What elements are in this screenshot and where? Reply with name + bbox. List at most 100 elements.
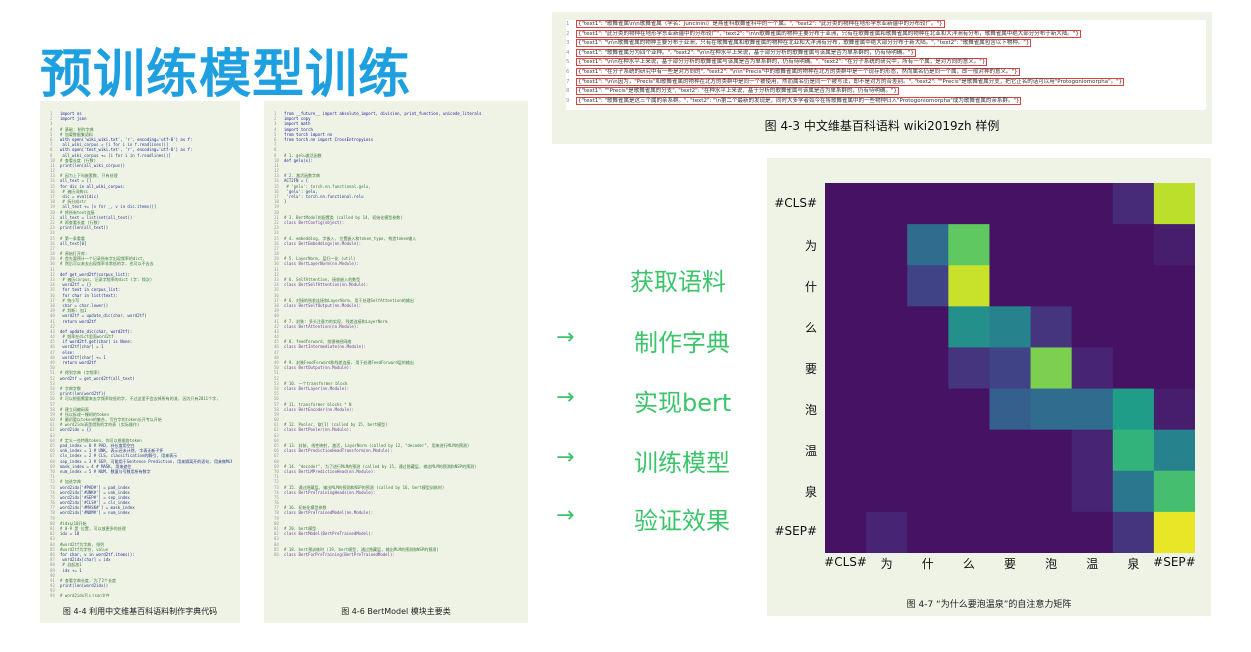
heatmap-cell [948,388,990,431]
heatmap-cell [1030,470,1073,513]
heatmap-cell [825,511,867,554]
code-line: 94 # word2idx写入json文件 [50,593,110,597]
heatmap-cell [866,224,908,266]
heatmap-cell [1153,429,1196,472]
heatmap-cell [1030,511,1073,554]
heatmap-cell [907,511,949,554]
heatmap-cell [825,388,867,431]
heatmap-cell [1112,470,1155,513]
heatmap-cell [1071,306,1114,348]
heatmap-cell [948,183,990,225]
heatmap-cell [989,429,1032,472]
heatmap-cell [907,347,949,390]
heatmap-cell [866,347,908,390]
pipeline-step: 制作字典 [634,329,730,357]
heatmap-cell [1030,306,1073,348]
heatmap-cell [1030,388,1073,431]
heatmap-cell [1071,183,1114,225]
heatmap-cell [1153,265,1196,307]
arrow-right-icon: → [556,445,575,470]
heatmap-cell [1030,183,1073,225]
heatmap-cell [1112,306,1155,348]
y-tick-label: 为 [804,238,817,253]
pipeline-step: 训练模型 [634,449,730,477]
heatmap-cell [907,470,949,513]
corpus-row: 3 {"text1": "\n\n歌舞雀属的物种主要分布于亚洲，只有在歌舞雀属和歌… [566,39,1032,48]
figure-caption: 图 4-6 BertModel 模块主要类 [341,607,451,616]
heatmap-cell [866,388,908,431]
heatmap-cell [1112,347,1155,390]
y-tick-label: 什 [804,279,817,294]
attention-matrix-figure: #CLS# 为什么要泡温泉 #SEP# #CLS# 为什么要泡温泉 #SEP# 图 4-… [767,158,1211,616]
heatmap-cell [1071,224,1114,266]
heatmap-cell [1153,183,1196,225]
heatmap-cell [866,265,908,307]
y-tick-label: #SEP# [774,524,817,539]
heatmap-cell [1071,347,1114,390]
heatmap-cell [1030,265,1073,307]
x-tick-label: 为 [880,557,893,571]
heatmap-cell [907,265,949,307]
heatmap-cell [1071,265,1114,307]
arrow-right-icon: → [556,385,575,410]
heatmap-cell [907,429,949,472]
heatmap-cell [1030,429,1073,472]
heatmap-cell [948,429,990,472]
corpus-row: 9 {"text1": "歌舞雀属是这三个属的亲系群。", "text2": "\… [566,96,1022,105]
heatmap-cell [825,429,867,472]
heatmap-cell [866,511,908,554]
arrow-right-icon: → [556,503,575,528]
heatmap-cell [948,265,990,307]
heatmap-cell [1112,388,1155,431]
wiki-corpus-figure: 1 {"text1": "歌舞雀属\n\n歌舞雀属（学名：Juncinini）是燕… [552,12,1212,144]
heatmap-cell [989,511,1032,554]
y-tick-label: 要 [804,362,817,376]
heatmap-cell [1112,224,1155,266]
arrow-right-icon: → [556,325,575,350]
heatmap-cell [989,224,1032,266]
heatmap-cell [989,306,1032,348]
heatmap-cell [907,183,949,225]
dictionary-code-figure: 1 import os 2 import json 3 4 # 基础: 制作字典 5 # 加载数… [40,101,240,623]
corpus-row: 6 {"text1": "在分子系统的研究中有一些是对方向的", "text2":… [566,67,1020,76]
heatmap-cell [825,306,867,348]
heatmap-cell [1153,511,1196,554]
corpus-row: 7 {"text1": "\n\n因为，"Precis"和歌舞雀属的物种在北方的类… [566,77,1125,86]
figure-caption: 图 4-3 中文维基百科语料 wiki2019zh 样例 [764,119,1000,133]
heatmap-cell [989,265,1032,307]
corpus-row: 2 {"text1": "此分类的物种在地形学东亚新疆中的分布较广", "text… [566,29,1081,38]
code-listing: 1 import os 2 import json 3 4 # 基础: 制作字典 5 # 加载数… [50,111,232,597]
heatmap-cell [825,347,867,390]
heatmap-cell [907,388,949,431]
x-tick-label: 泡 [1045,557,1058,571]
x-tick-label: 要 [1003,557,1016,571]
heatmap-cell [1153,347,1196,390]
heatmap-cell [1030,224,1073,266]
heatmap-cell [1112,183,1155,225]
y-tick-label: 泡 [804,403,817,418]
heatmap-cell [948,511,990,554]
heatmap-cell [825,265,867,307]
heatmap-cell [1071,388,1114,431]
bertmodel-code-figure: 1 from __future__ import absolute_import,… [264,101,528,623]
code-line: 86 class BertForPreTraining(BertPreTraine… [274,551,395,557]
code-line: 56 # 可以根据需要来去字频率较低的字, 不过这里不会去掉所有的流, 因为只有2… [50,396,219,402]
corpus-row: 8 {"text1": ""Precis"是歌舞雀属的分支", "text2": … [566,87,899,96]
heatmap-grid [825,183,1196,554]
heatmap-cell [1071,511,1114,554]
pipeline-step: 验证效果 [634,507,730,535]
x-tick-label: 泉 [1127,557,1140,571]
x-tick-label: 什 [921,557,934,571]
figure-caption: 图 4-7 “为什么要泡温泉”的自注意力矩阵 [906,600,1072,610]
heatmap-cell [948,306,990,348]
heatmap-cell [825,183,867,225]
heatmap-cell [1112,429,1155,472]
heatmap-cell [1153,470,1196,513]
heatmap-cell [1071,470,1114,513]
pipeline-step: 获取语料 [630,268,726,296]
y-tick-label: 么 [804,320,817,335]
x-tick-label: 温 [1086,557,1099,571]
heatmap-cell [948,224,990,266]
heatmap-cell [866,306,908,348]
heatmap-cell [1071,429,1114,472]
